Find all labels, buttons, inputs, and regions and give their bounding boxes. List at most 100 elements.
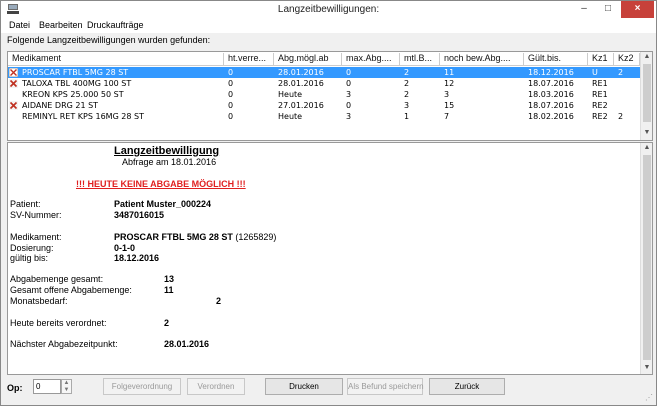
list-header: Medikament ht.verre... Abg.mögl.ab max.A… bbox=[8, 52, 640, 66]
close-button[interactable]: × bbox=[621, 1, 654, 18]
cell-kz1: U bbox=[592, 68, 598, 77]
bottom-bar: Op: 0 ▲ ▼ Folgeverordnung Verordnen Druc… bbox=[1, 375, 656, 405]
menu-datei[interactable]: Datei bbox=[9, 20, 30, 30]
details-subtitle: Abfrage am 18.01.2016 bbox=[122, 157, 217, 167]
cell-abg-moegl-ab: 27.01.2016 bbox=[278, 101, 324, 110]
column-mtl-b[interactable]: mtl.B... bbox=[400, 53, 440, 66]
cell-kz2 bbox=[614, 100, 640, 111]
details-title: Langzeitbewilligung bbox=[114, 145, 220, 157]
cell-noch-bew-abg: 3 bbox=[444, 90, 450, 99]
column-noch-bew-abg[interactable]: noch bew.Abg.... bbox=[440, 53, 524, 66]
cell-gueltig-bis: 18.07.2016 bbox=[528, 101, 574, 110]
cell-abg-moegl-ab: 28.01.2016 bbox=[278, 68, 324, 77]
cell-mtl-b: 2 bbox=[404, 68, 410, 77]
blocked-icon bbox=[9, 101, 18, 110]
cell-abg-moegl-ab: Heute bbox=[278, 112, 303, 121]
scroll-down-icon[interactable]: ▼ bbox=[643, 129, 651, 136]
cell-noch-bew-abg: 12 bbox=[444, 79, 455, 88]
cell-mtl-b: 3 bbox=[404, 101, 410, 110]
warning-text: !!! HEUTE KEINE ABGABE MÖGLICH !!! bbox=[76, 179, 246, 189]
op-input[interactable]: 0 bbox=[33, 379, 61, 394]
back-button[interactable]: Zurück bbox=[429, 378, 505, 395]
details-panel: Langzeitbewilligung Abfrage am 18.01.201… bbox=[7, 142, 653, 375]
scroll-thumb[interactable] bbox=[643, 155, 651, 360]
total-amount-label: Abgabemenge gesamt: bbox=[10, 274, 104, 284]
maximize-button[interactable]: □ bbox=[597, 1, 619, 18]
details-scrollbar[interactable]: ▲ ▼ bbox=[640, 143, 652, 374]
cell-kz2: 2 bbox=[618, 68, 624, 77]
column-kz1[interactable]: Kz1 bbox=[588, 53, 614, 66]
table-row[interactable]: TALOXA TBL 400MG 100 ST 0 28.01.2016 0 2 12 18… bbox=[8, 78, 640, 89]
blocked-icon bbox=[9, 79, 18, 88]
column-ht-verre[interactable]: ht.verre... bbox=[224, 53, 274, 66]
scroll-up-icon[interactable]: ▲ bbox=[643, 144, 651, 151]
table-row[interactable]: KREON KPS 25.000 50 ST 0 Heute 3 2 3 18.03.201… bbox=[8, 89, 640, 100]
next-dispense-label: Nächster Abgabezeitpunkt: bbox=[10, 339, 118, 349]
cell-kz1: RE2 bbox=[592, 101, 608, 110]
cell-kz1: RE2 bbox=[592, 112, 608, 121]
dosage-value: 0-1-0 bbox=[114, 243, 136, 253]
window: Langzeitbewilligungen: – □ × Datei Bearb… bbox=[0, 0, 657, 406]
open-amount-value: 11 bbox=[164, 285, 174, 295]
valid-until-label: gültig bis: bbox=[10, 253, 49, 263]
table-row[interactable]: PROSCAR FTBL 5MG 28 ST 0 28.01.2016 0 2 11 18.… bbox=[8, 67, 640, 78]
prescribe-button[interactable]: Verordnen bbox=[187, 378, 245, 395]
scroll-thumb[interactable] bbox=[643, 64, 651, 122]
cell-kz1: RE1 bbox=[592, 79, 608, 88]
follow-up-prescription-button[interactable]: Folgeverordnung bbox=[103, 378, 181, 395]
medication-label: Medikament: bbox=[10, 232, 62, 242]
spin-down-icon[interactable]: ▼ bbox=[62, 387, 71, 394]
table-row[interactable]: AIDANE DRG 21 ST 0 27.01.2016 0 3 15 18.07.201… bbox=[8, 100, 640, 111]
patient-label: Patient: bbox=[10, 199, 41, 209]
sv-label: SV-Nummer: bbox=[10, 210, 62, 220]
prescribed-today-value: 2 bbox=[164, 318, 170, 328]
cell-abg-moegl-ab: Heute bbox=[278, 90, 303, 99]
cell-max-abg: 3 bbox=[346, 90, 352, 99]
cell-gueltig-bis: 18.12.2016 bbox=[528, 68, 574, 77]
op-label: Op: bbox=[7, 383, 23, 393]
cell-mtl-b: 1 bbox=[404, 112, 410, 121]
open-amount-label: Gesamt offene Abgabemenge: bbox=[10, 285, 132, 295]
cell-ht-verre: 0 bbox=[228, 101, 234, 110]
total-amount-value: 13 bbox=[164, 274, 175, 284]
dosage-label: Dosierung: bbox=[10, 243, 54, 253]
cell-max-abg: 0 bbox=[346, 101, 352, 110]
cell-mtl-b: 2 bbox=[404, 90, 410, 99]
menu-bearbeiten[interactable]: Bearbeiten bbox=[39, 20, 83, 30]
scroll-up-icon[interactable]: ▲ bbox=[643, 53, 651, 60]
cell-max-abg: 0 bbox=[346, 68, 352, 77]
approvals-list[interactable]: Medikament ht.verre... Abg.mögl.ab max.A… bbox=[7, 51, 653, 141]
spin-up-icon[interactable]: ▲ bbox=[62, 380, 71, 387]
resize-grip-icon[interactable]: ⋰ bbox=[645, 393, 653, 402]
medication-code: (1265829) bbox=[235, 232, 277, 242]
column-kz2[interactable]: Kz2 bbox=[614, 53, 640, 66]
next-dispense-value: 28.01.2016 bbox=[164, 339, 210, 349]
print-button[interactable]: Drucken bbox=[265, 378, 343, 395]
valid-until-value: 18.12.2016 bbox=[114, 253, 160, 263]
cell-kz2: 2 bbox=[618, 112, 624, 121]
patient-value: Patient Muster_000224 bbox=[114, 199, 212, 209]
table-row[interactable]: REMINYL RET KPS 16MG 28 ST 0 Heute 3 1 7 18.02… bbox=[8, 111, 640, 122]
column-gueltig-bis[interactable]: Gült.bis. bbox=[524, 53, 588, 66]
medication-name: PROSCAR FTBL 5MG 28 ST bbox=[114, 232, 233, 242]
cell-medikament: KREON KPS 25.000 50 ST bbox=[22, 90, 124, 99]
column-medikament[interactable]: Medikament bbox=[8, 53, 224, 66]
op-spinner[interactable]: ▲ ▼ bbox=[61, 379, 72, 394]
medication-value: PROSCAR FTBL 5MG 28 ST (1265829) bbox=[114, 232, 276, 242]
monthly-need-value: 2 bbox=[216, 296, 222, 306]
cell-noch-bew-abg: 7 bbox=[444, 112, 450, 121]
found-label: Folgende Langzeitbewilligungen wurden ge… bbox=[7, 35, 211, 45]
column-abg-moegl-ab[interactable]: Abg.mögl.ab bbox=[274, 53, 342, 66]
menu-druckauftraege[interactable]: Druckaufträge bbox=[87, 20, 144, 30]
cell-mtl-b: 2 bbox=[404, 79, 410, 88]
save-as-finding-button[interactable]: Als Befund speichern bbox=[347, 378, 424, 395]
scroll-down-icon[interactable]: ▼ bbox=[643, 364, 651, 371]
cell-gueltig-bis: 18.07.2016 bbox=[528, 79, 574, 88]
cell-ht-verre: 0 bbox=[228, 112, 234, 121]
minimize-button[interactable]: – bbox=[573, 1, 595, 18]
cell-kz2 bbox=[614, 78, 640, 89]
window-title: Langzeitbewilligungen: bbox=[277, 4, 380, 15]
list-scrollbar[interactable]: ▲ ▼ bbox=[640, 52, 652, 140]
column-max-abg[interactable]: max.Abg.... bbox=[342, 53, 400, 66]
cell-ht-verre: 0 bbox=[228, 68, 234, 77]
